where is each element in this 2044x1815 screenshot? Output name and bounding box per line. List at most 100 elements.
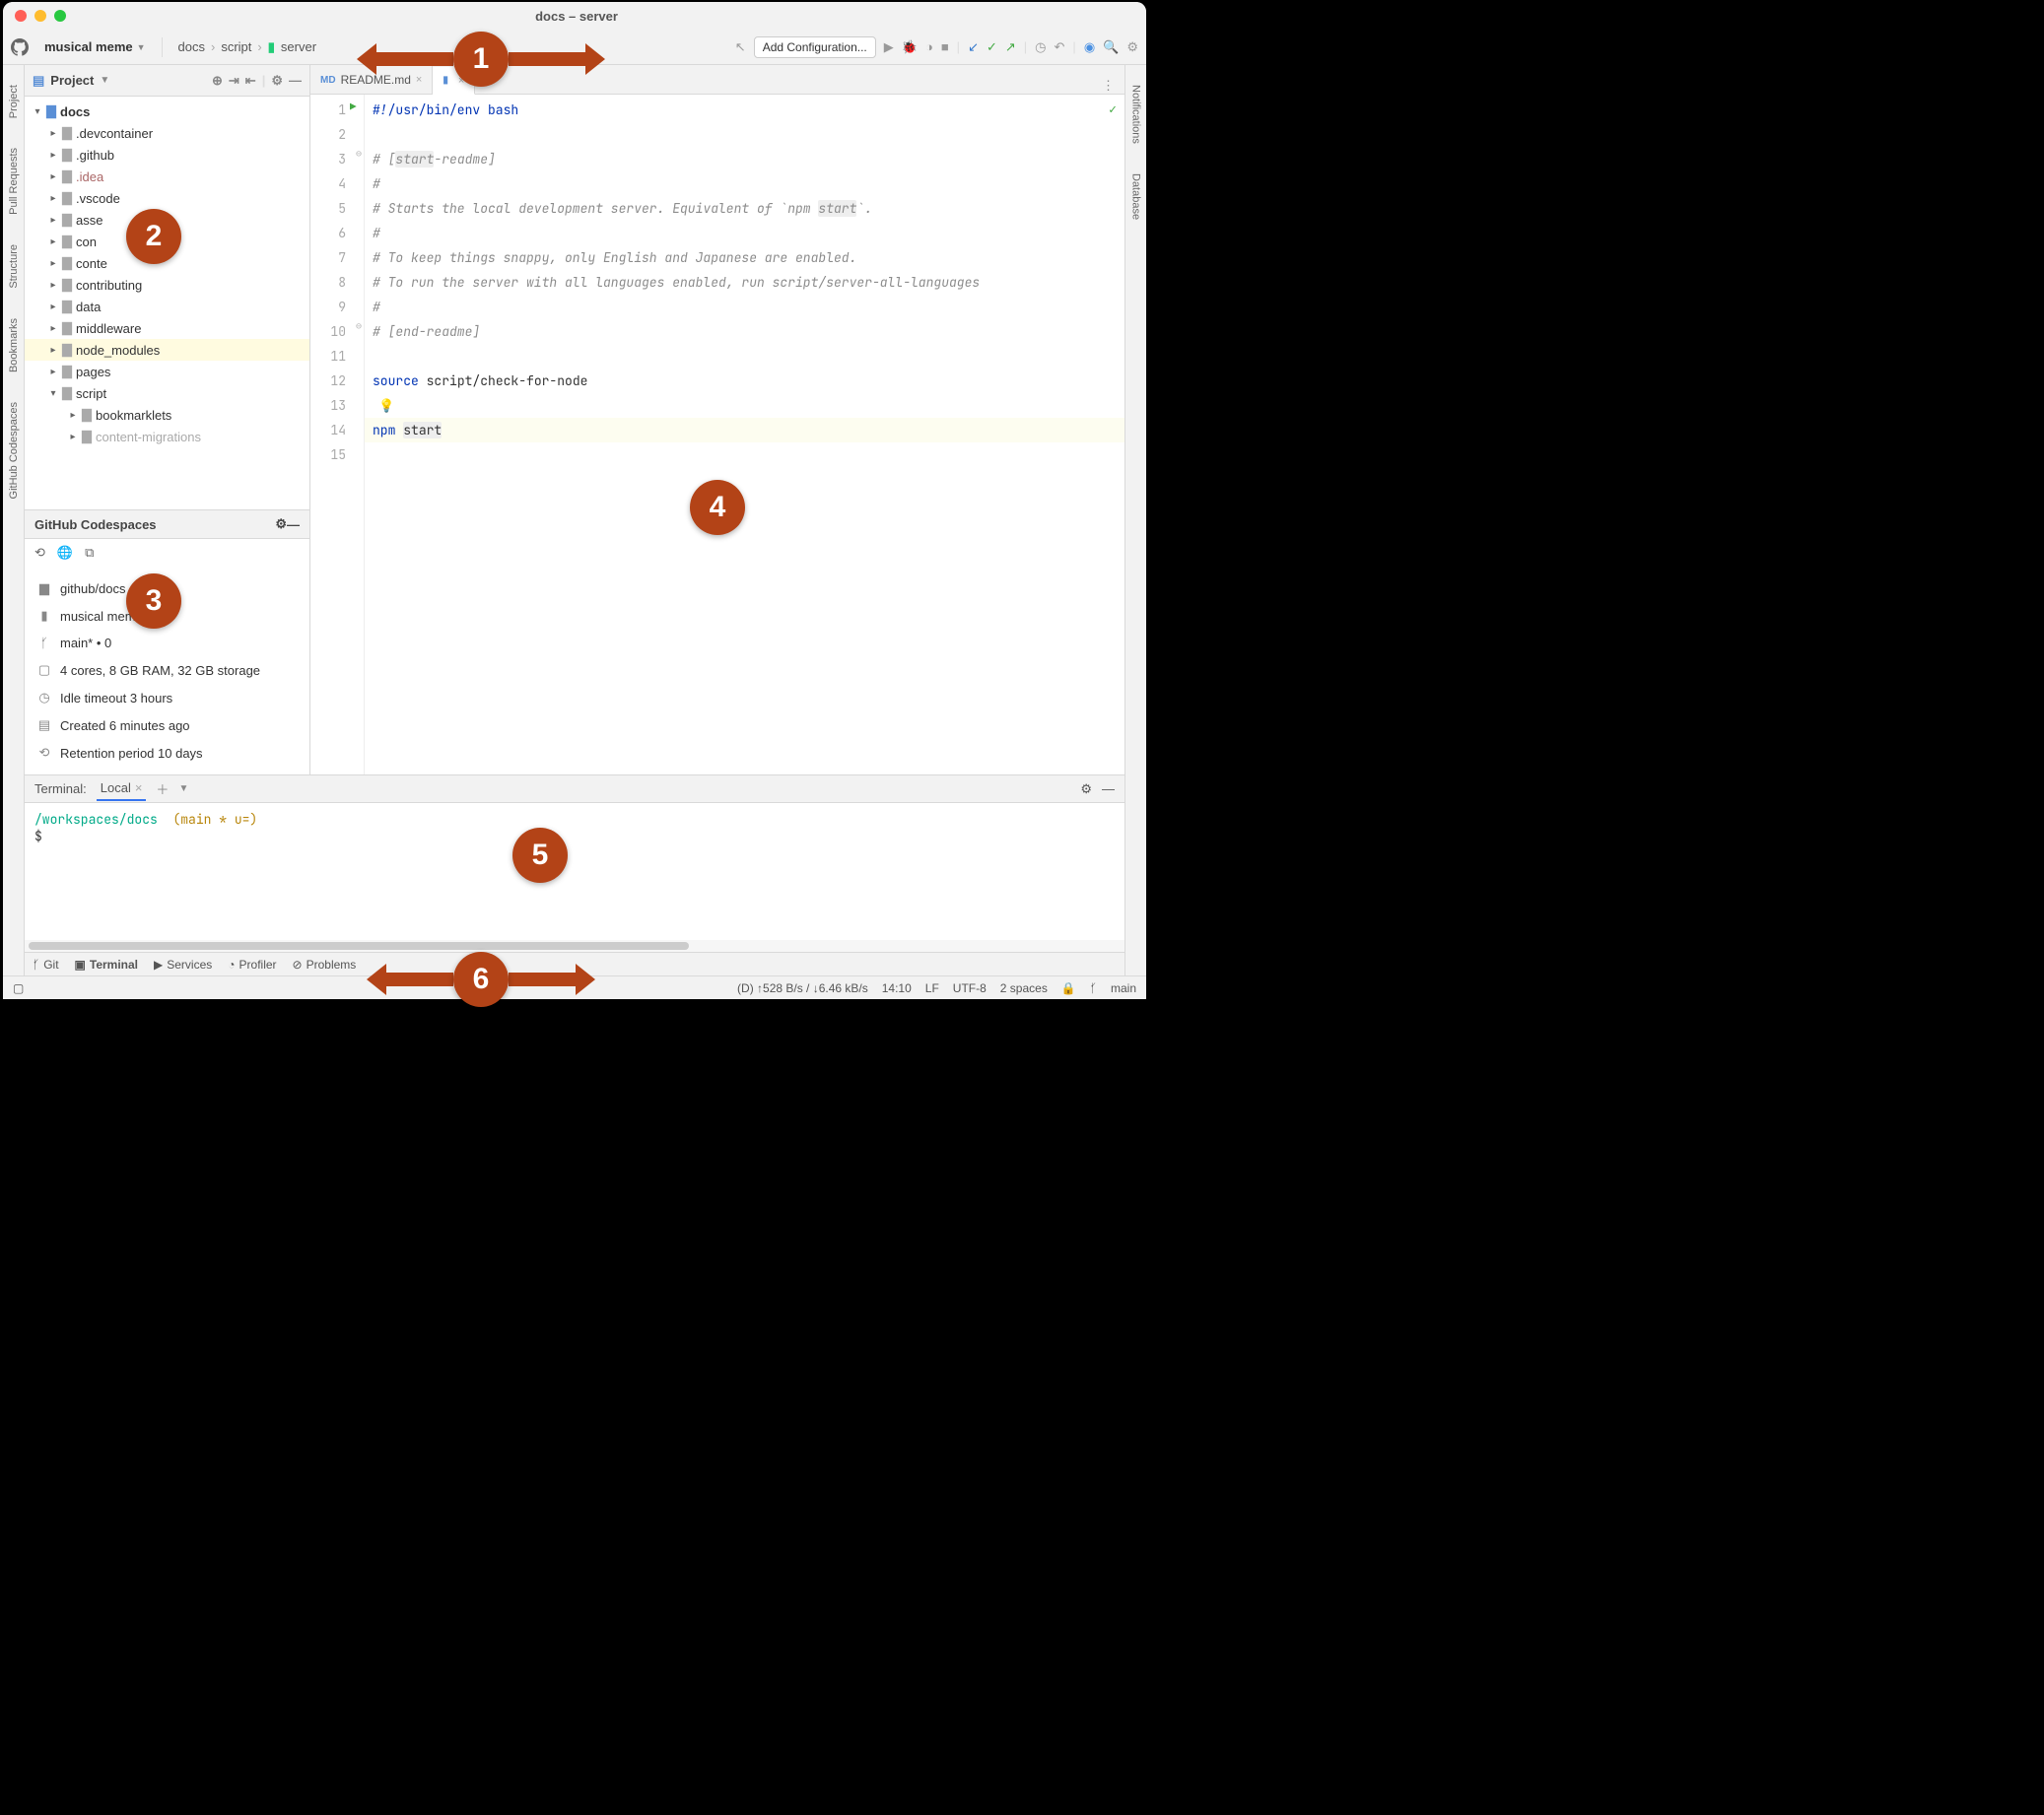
tree-node-.devcontainer[interactable]: ▸▇.devcontainer <box>25 122 309 144</box>
maximize-icon[interactable] <box>54 10 66 22</box>
new-tab-icon[interactable]: ＋ <box>156 779 169 798</box>
debug-icon[interactable]: 🐞 <box>902 39 918 55</box>
history-icon[interactable]: ◷ <box>1035 39 1046 55</box>
push-icon[interactable]: ↗ <box>1005 39 1016 55</box>
tool-window-structure[interactable]: Structure <box>8 244 20 289</box>
tree-node-.github[interactable]: ▸▇.github <box>25 144 309 166</box>
status-bar-icon[interactable]: ▢ <box>13 981 24 995</box>
tree-node-pages[interactable]: ▸▇pages <box>25 361 309 382</box>
collapse-all-icon[interactable]: ⇤ <box>245 73 256 89</box>
tool-window-notifications[interactable]: Notifications <box>1130 85 1142 144</box>
crumb-server[interactable]: server <box>281 39 316 54</box>
close-icon[interactable]: × <box>416 74 422 86</box>
code-line-3[interactable]: # [start-readme] <box>365 147 1124 171</box>
expand-all-icon[interactable]: ⇥ <box>229 73 239 89</box>
run-gutter-icon[interactable]: ▶ <box>350 101 357 114</box>
run-icon[interactable]: ▶ <box>884 39 894 55</box>
copy-icon[interactable]: ⧉ <box>85 545 94 561</box>
chevron-down-icon[interactable]: ▼ <box>100 75 109 86</box>
hide-icon[interactable]: — <box>1102 781 1115 796</box>
cpu-icon: ▢ <box>36 662 52 678</box>
tree-node-bookmarklets[interactable]: ▸▇bookmarklets <box>25 404 309 426</box>
rollback-icon[interactable]: ↶ <box>1055 39 1065 55</box>
code-line-1[interactable]: #!/usr/bin/env bash <box>365 98 1124 122</box>
codespace-cpu: ▢4 cores, 8 GB RAM, 32 GB storage <box>25 656 309 684</box>
terminal-scrollbar[interactable] <box>25 940 1124 952</box>
fold-icon[interactable]: ⊖ <box>356 147 362 160</box>
refresh-icon[interactable]: ⟲ <box>34 545 45 561</box>
code-line-10[interactable]: # [end-readme] <box>365 319 1124 344</box>
code-with-me-icon[interactable]: ◉ <box>1084 39 1095 55</box>
tree-node-node_modules[interactable]: ▸▇node_modules <box>25 339 309 361</box>
bottom-tab-git[interactable]: ᚶGit <box>33 958 59 972</box>
coverage-icon[interactable]: ◑ <box>925 39 933 54</box>
tree-node-script[interactable]: ▾▇script <box>25 382 309 404</box>
code-line-7[interactable]: # To keep things snappy, only English an… <box>365 245 1124 270</box>
bottom-tab-services[interactable]: ▶Services <box>154 958 212 972</box>
tree-node-data[interactable]: ▸▇data <box>25 296 309 317</box>
code-line-9[interactable]: # <box>365 295 1124 319</box>
github-icon <box>11 38 29 56</box>
lock-icon[interactable]: 🔒 <box>1061 981 1076 995</box>
bottom-tab-terminal[interactable]: ▣Terminal <box>75 958 138 972</box>
code-line-5[interactable]: # Starts the local development server. E… <box>365 196 1124 221</box>
tree-node-content-migrations[interactable]: ▸▇content-migrations <box>25 426 309 447</box>
status-encoding[interactable]: UTF-8 <box>953 981 987 995</box>
tool-window-pull-requests[interactable]: Pull Requests <box>8 148 20 215</box>
globe-icon[interactable]: 🌐 <box>57 545 73 561</box>
status-caret-pos[interactable]: 14:10 <box>882 981 912 995</box>
commit-icon[interactable]: ↙ <box>968 39 979 55</box>
fold-icon[interactable]: ⊖ <box>356 319 362 332</box>
crumb-docs[interactable]: docs <box>178 39 205 54</box>
minimize-icon[interactable] <box>34 10 46 22</box>
add-configuration-button[interactable]: Add Configuration... <box>754 36 876 58</box>
close-icon[interactable]: × <box>135 780 143 795</box>
panel-settings-icon[interactable]: ⚙ <box>1080 781 1092 797</box>
tree-node-.idea[interactable]: ▸▇.idea <box>25 166 309 187</box>
tool-window-bookmarks[interactable]: Bookmarks <box>8 318 20 372</box>
chevron-down-icon[interactable]: ▼ <box>178 783 188 794</box>
update-icon[interactable]: ✓ <box>987 39 997 55</box>
code-line-13[interactable] <box>365 393 1124 418</box>
stop-icon[interactable]: ■ <box>941 39 949 54</box>
tool-window-project[interactable]: Project <box>8 85 20 118</box>
hide-icon[interactable]: — <box>287 517 300 532</box>
code-line-11[interactable] <box>365 344 1124 369</box>
terminal-tab-local[interactable]: Local × <box>97 776 147 801</box>
tree-node-.vscode[interactable]: ▸▇.vscode <box>25 187 309 209</box>
select-opened-icon[interactable]: ⊕ <box>212 73 223 89</box>
status-branch[interactable]: main <box>1111 981 1136 995</box>
build-icon[interactable]: ↖ <box>735 39 746 55</box>
hide-icon[interactable]: — <box>289 73 302 88</box>
code-line-4[interactable]: # <box>365 171 1124 196</box>
settings-icon[interactable]: ⚙ <box>1126 39 1138 55</box>
tree-node-contributing[interactable]: ▸▇contributing <box>25 274 309 296</box>
tool-window-database[interactable]: Database <box>1130 173 1142 220</box>
tree-node-docs[interactable]: ▾▇docs <box>25 101 309 122</box>
bottom-tab-problems[interactable]: ⊘Problems <box>293 958 357 972</box>
inspection-ok-icon[interactable]: ✓ <box>1109 101 1117 117</box>
status-network[interactable]: (D) ↑528 B/s / ↓6.46 kB/s <box>737 981 868 995</box>
code-line-12[interactable]: source script/check-for-node <box>365 369 1124 393</box>
status-indent[interactable]: 2 spaces <box>1000 981 1048 995</box>
bottom-tab-profiler[interactable]: ◔Profiler <box>228 958 276 972</box>
code-line-15[interactable] <box>365 442 1124 467</box>
project-dropdown[interactable]: musical meme ▼ <box>34 36 156 57</box>
code-area[interactable]: ✓ 💡 #!/usr/bin/env bash# [start-readme]#… <box>364 95 1124 774</box>
project-tree[interactable]: ▾▇docs▸▇.devcontainer▸▇.github▸▇.idea▸▇.… <box>25 97 309 509</box>
search-icon[interactable]: 🔍 <box>1103 39 1119 55</box>
close-icon[interactable] <box>15 10 27 22</box>
crumb-script[interactable]: script <box>221 39 251 54</box>
terminal-body[interactable]: /workspaces/docs (main * u=) $ <box>25 803 1124 940</box>
tree-node-middleware[interactable]: ▸▇middleware <box>25 317 309 339</box>
status-line-ending[interactable]: LF <box>925 981 939 995</box>
code-line-14[interactable]: npm start <box>365 418 1124 442</box>
code-line-8[interactable]: # To run the server with all languages e… <box>365 270 1124 295</box>
panel-settings-icon[interactable]: ⚙ <box>271 73 283 89</box>
intention-bulb-icon[interactable]: 💡 <box>378 397 394 414</box>
code-line-6[interactable]: # <box>365 221 1124 245</box>
panel-settings-icon[interactable]: ⚙ <box>275 516 287 532</box>
code-line-2[interactable] <box>365 122 1124 147</box>
tool-window-github-codespaces[interactable]: GitHub Codespaces <box>8 402 20 499</box>
tabs-more-icon[interactable]: ⋮ <box>1092 78 1124 94</box>
